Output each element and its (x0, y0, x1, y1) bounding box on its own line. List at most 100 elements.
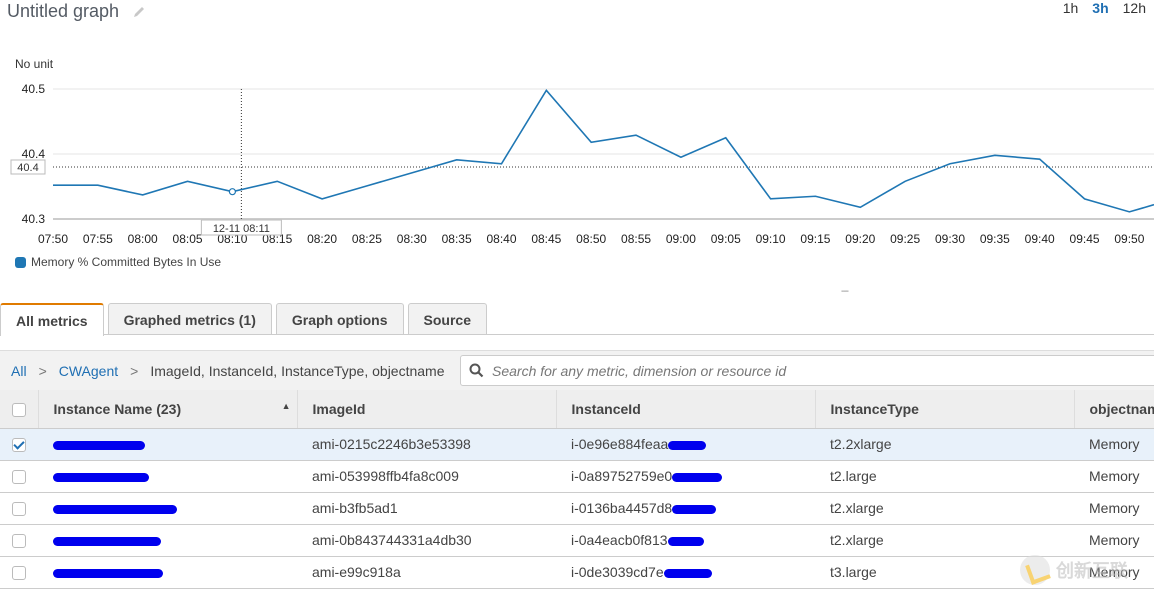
metric-search[interactable] (460, 355, 1154, 386)
table-row[interactable]: ami-053998ffb4fa8c009 i-0a89752759e0 t2.la… (0, 460, 1154, 493)
x-tick-label: 08:30 (397, 232, 427, 246)
x-tick-label: 08:05 (173, 232, 203, 246)
table-row[interactable]: ami-e99c918a i-0de3039cd7e t3.large Memory (0, 556, 1154, 589)
watermark: 创新互联 (1020, 552, 1150, 588)
image-id-cell: ami-b3fb5ad1 (297, 492, 556, 525)
redacted-instance-id-suffix (672, 504, 717, 514)
objectname-cell: Memory (1074, 428, 1154, 461)
row-checkbox[interactable] (12, 534, 26, 549)
crosshair-y-label: 40.4 (17, 162, 38, 174)
watermark-text: 创新互联 (1056, 561, 1128, 581)
instance-id-cell: i-0a4eacb0f813 (556, 524, 815, 557)
table-row[interactable]: ami-b3fb5ad1 i-0136ba4457d8 t2.xlarge Memor… (0, 492, 1154, 525)
x-tick-label: 09:35 (980, 232, 1010, 246)
x-tick-label: 08:40 (486, 232, 516, 246)
instance-name-cell (38, 492, 297, 525)
redacted-instance-name (53, 472, 149, 482)
x-tick-label: 09:40 (1025, 232, 1055, 246)
line-chart[interactable]: 40.340.440.507:50 07:55 08:00 08:05 08:10 08:… (0, 70, 1154, 250)
x-tick-label: 09:05 (711, 232, 741, 246)
column-objectname[interactable]: objectname (1074, 390, 1154, 429)
y-axis-unit-label: No unit (15, 57, 54, 71)
breadcrumb-current: ImageId, InstanceId, InstanceType, objec… (150, 362, 445, 379)
pencil-icon[interactable] (133, 5, 147, 19)
x-tick-label: 09:00 (666, 232, 696, 246)
row-checkbox[interactable] (12, 470, 26, 485)
row-checkbox[interactable] (12, 566, 26, 581)
tab-graph-options[interactable]: Graph options (275, 303, 404, 335)
search-icon (469, 363, 484, 378)
table-row[interactable]: ami-0b843744331a4db30 i-0a4eacb0f813 t2.xl… (0, 524, 1154, 557)
all-metrics-panel: All > CWAgent > ImageId, InstanceId, Ins… (0, 334, 1154, 598)
metrics-table: Instance Name (23) ▲ ImageId InstanceId I… (0, 390, 1154, 589)
instance-type-cell: t2.2xlarge (815, 428, 1074, 461)
x-tick-label: 09:45 (1070, 232, 1100, 246)
x-tick-label: 08:00 (128, 232, 158, 246)
image-id-cell: ami-e99c918a (297, 556, 556, 589)
x-tick-label: 08:55 (621, 232, 651, 246)
tab-graphed-metrics[interactable]: Graphed metrics (1) (107, 303, 272, 335)
x-tick-label: 09:25 (890, 232, 920, 246)
row-checkbox-cell (0, 556, 38, 589)
tab-source[interactable]: Source (407, 303, 487, 335)
metrics-tabs: All metrics Graphed metrics (1) Graph op… (0, 303, 487, 336)
breadcrumb-all[interactable]: All (11, 363, 27, 379)
redacted-instance-id-suffix (672, 472, 723, 482)
breadcrumb-cwagent[interactable]: CWAgent (59, 363, 118, 379)
instance-type-cell: t2.xlarge (815, 492, 1074, 525)
instance-name-cell (38, 460, 297, 493)
x-tick-label: 08:45 (531, 232, 561, 246)
search-input[interactable] (490, 361, 1090, 380)
row-checkbox[interactable] (12, 502, 26, 517)
range-3h[interactable]: 3h (1092, 0, 1108, 16)
row-checkbox-cell (0, 428, 38, 461)
redacted-instance-name (53, 440, 145, 450)
instance-name-cell (38, 428, 297, 461)
row-checkbox-cell (0, 524, 38, 557)
column-instance-id[interactable]: InstanceId (556, 390, 816, 429)
redacted-instance-id-suffix (668, 440, 707, 450)
range-12h[interactable]: 12h (1123, 0, 1146, 16)
instance-name-cell (38, 524, 297, 557)
instance-id-cell: i-0de3039cd7e (556, 556, 815, 589)
x-tick-label: 09:10 (756, 232, 786, 246)
redacted-instance-id-suffix (667, 536, 704, 546)
crosshair-x-label: 12-11 08:11 (213, 223, 270, 235)
instance-type-cell: t2.large (815, 460, 1074, 493)
column-instance-type[interactable]: InstanceType (815, 390, 1075, 429)
select-all-cell (0, 390, 39, 429)
series-line-memory-committed (53, 88, 1154, 213)
watermark-logo-icon (1020, 555, 1050, 585)
tab-all-metrics[interactable]: All metrics (0, 303, 104, 336)
column-image-id[interactable]: ImageId (297, 390, 557, 429)
row-checkbox[interactable] (12, 438, 26, 453)
x-tick-label: 07:55 (83, 232, 113, 246)
legend-swatch (15, 256, 26, 268)
resize-handle[interactable]: --- (841, 286, 849, 297)
row-checkbox-cell (0, 492, 38, 525)
instance-name-cell (38, 556, 297, 589)
select-all-checkbox[interactable] (11, 402, 26, 417)
sort-asc-icon[interactable]: ▲ (282, 401, 291, 411)
breadcrumb-separator: > (130, 362, 139, 379)
image-id-cell: ami-0b843744331a4db30 (297, 524, 556, 557)
column-instance-name[interactable]: Instance Name (23) ▲ (38, 390, 298, 429)
table-row[interactable]: ami-0215c2246b3e53398 i-0e96e884feaa t2.2x… (0, 428, 1154, 461)
y-tick-label: 40.3 (22, 212, 46, 226)
x-tick-label: 08:35 (442, 232, 472, 246)
table-header-row: Instance Name (23) ▲ ImageId InstanceId I… (0, 390, 1154, 429)
range-1h[interactable]: 1h (1063, 0, 1079, 16)
objectname-cell: Memory (1074, 460, 1154, 493)
x-tick-label: 09:30 (935, 232, 965, 246)
image-id-cell: ami-0215c2246b3e53398 (297, 428, 556, 461)
legend-label: Memory % Committed Bytes In Use (31, 255, 222, 269)
y-tick-label: 40.4 (22, 147, 46, 161)
hover-point (228, 188, 236, 196)
instance-id-cell: i-0136ba4457d8 (556, 492, 815, 525)
redacted-instance-name (53, 536, 161, 546)
chart-legend[interactable]: Memory % Committed Bytes In Use (15, 255, 221, 269)
x-tick-label: 07:50 (38, 232, 68, 246)
redacted-instance-id-suffix (663, 568, 712, 578)
redacted-instance-name (53, 504, 177, 514)
graph-title[interactable]: Untitled graph (7, 1, 119, 22)
